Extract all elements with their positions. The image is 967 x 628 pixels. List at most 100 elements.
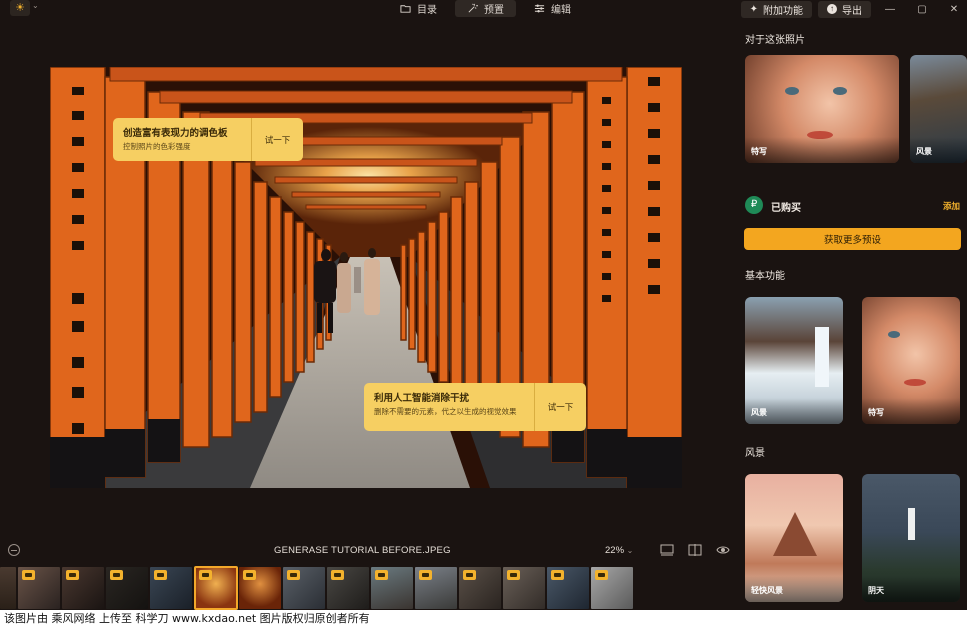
filmstrip-thumb[interactable] (415, 567, 457, 609)
chevron-down-icon[interactable]: ⌄ (32, 1, 39, 10)
get-more-presets-button[interactable]: 获取更多预设 (744, 228, 961, 250)
addons-button[interactable]: ✦ 附加功能 (740, 0, 812, 18)
eye-icon[interactable] (716, 543, 730, 557)
minimize-icon[interactable]: — (877, 1, 903, 18)
maximize-icon[interactable]: ▢ (909, 1, 935, 18)
portrait-thumbnail-lips (904, 379, 926, 386)
add-link[interactable]: 添加 (943, 200, 960, 212)
export-button[interactable]: ↑ 导出 (818, 0, 871, 18)
tab-label: 编辑 (551, 5, 571, 16)
preset-badge-icon (551, 570, 564, 580)
tab-catalog[interactable]: 目录 (388, 0, 449, 17)
card-label: 风景 (916, 147, 932, 156)
filmstrip-thumb[interactable] (239, 567, 281, 609)
purchased-icon: ₽ (745, 196, 763, 214)
preset-card-waterfall[interactable]: 风景 (745, 297, 843, 424)
addons-label: 附加功能 (763, 5, 803, 17)
card-label: 特写 (868, 408, 884, 417)
magic-wand-icon (468, 3, 478, 13)
preset-card-portrait-2[interactable]: 特写 (862, 297, 960, 424)
export-label: 导出 (842, 5, 862, 17)
filmstrip-thumb[interactable] (62, 567, 104, 609)
lighthouse-thumbnail (908, 508, 915, 540)
preset-badge-icon (507, 570, 520, 580)
filmstrip-thumb[interactable] (591, 567, 633, 609)
tab-edit[interactable]: 编辑 (522, 0, 583, 17)
zoom-select[interactable]: 22% ⌄ (605, 545, 633, 556)
waterfall-thumbnail (815, 327, 829, 387)
photo-preview[interactable]: 创造富有表现力的调色板 控制照片的色彩强度 试一下 利用人工智能消除干扰 删除不… (50, 67, 682, 488)
tooltip-desc: 控制照片的色彩强度 (123, 142, 191, 151)
filmstrip-thumb[interactable] (503, 567, 545, 609)
tab-label: 目录 (417, 5, 437, 16)
card-label: 特写 (751, 147, 767, 156)
preset-badge-icon (154, 570, 167, 580)
chevron-down-icon: ⌄ (626, 546, 634, 555)
file-name: GENERASE TUTORIAL BEFORE.JPEG (274, 545, 451, 556)
collapse-icon[interactable] (8, 544, 20, 556)
preset-badge-icon (22, 570, 35, 580)
preset-badge-icon (595, 570, 608, 580)
filmstrip-thumb[interactable] (283, 567, 325, 609)
filmstrip-thumb[interactable] (18, 567, 60, 609)
card-label: 轻快风景 (751, 586, 783, 595)
preset-card-rock-sea[interactable]: 轻快风景 (745, 474, 843, 602)
tooltip-title: 利用人工智能消除干扰 (374, 393, 470, 404)
presets-sidebar: 对于这张照片 特写 风景 ₽ 已购买 添加 获取更多预设 基本功能 风景 特写 … (744, 18, 967, 610)
preset-badge-icon (287, 570, 300, 580)
card-label: 风景 (751, 408, 767, 417)
folder-icon (400, 5, 411, 13)
rock-sea-thumbnail (773, 512, 817, 556)
purchased-label: 已购买 (771, 203, 801, 214)
tab-presets[interactable]: 预置 (455, 0, 516, 17)
sun-logo-icon[interactable]: ☀ (10, 0, 30, 16)
filmstrip-thumb-selected[interactable] (194, 566, 238, 610)
preset-badge-icon (419, 570, 432, 580)
filmstrip-thumb[interactable] (459, 567, 501, 609)
tooltip-title: 创造富有表现力的调色板 (123, 128, 228, 139)
tooltip-desc: 删除不需要的元素，代之以生成的视觉效果 (374, 407, 517, 416)
sliders-icon (534, 4, 545, 13)
preset-card-landscape[interactable]: 风景 (910, 55, 967, 163)
topbar-actions: ✦ 附加功能 ↑ 导出 — ▢ ✕ (740, 0, 967, 18)
zoom-value: 22% (605, 545, 625, 556)
section-title-basic: 基本功能 (745, 271, 785, 282)
watermark-text: 该图片由 乘风网络 上传至 科学刀 www.kxdao.net 图片版权归原创者… (0, 610, 967, 628)
preset-card-portrait[interactable]: 特写 (745, 55, 899, 163)
preset-badge-icon (66, 570, 79, 580)
tooltip-ai-erase: 利用人工智能消除干扰 删除不需要的元素，代之以生成的视觉效果 试一下 (364, 383, 586, 431)
filmstrip-thumb[interactable] (371, 567, 413, 609)
try-button[interactable]: 试一下 (251, 118, 303, 161)
purchased-row: ₽ 已购买 添加 (744, 195, 967, 217)
compare-icon[interactable] (688, 543, 702, 557)
preset-badge-icon (331, 570, 344, 580)
preset-badge-icon (199, 570, 212, 580)
preset-badge-icon (110, 570, 123, 580)
filmstrip-thumb[interactable] (106, 567, 148, 609)
section-title-about: 对于这张照片 (745, 35, 805, 46)
preset-badge-icon (375, 570, 388, 580)
tab-label: 预置 (484, 5, 504, 16)
filmstrip-thumb[interactable] (327, 567, 369, 609)
preset-badge-icon (463, 570, 476, 580)
filmstrip-thumb[interactable] (547, 567, 589, 609)
main-tabs: 目录 预置 编辑 (388, 0, 583, 17)
status-bar: GENERASE TUTORIAL BEFORE.JPEG 22% ⌄ (0, 540, 740, 562)
filmstrip (0, 566, 740, 610)
filmstrip-thumb[interactable] (150, 567, 192, 609)
card-shade (745, 137, 899, 163)
filmstrip-toggle-icon[interactable] (660, 543, 674, 557)
card-label: 阴天 (868, 586, 884, 595)
top-bar: ☀ ⌄ 目录 预置 编辑 ✦ 附加功能 ↑ 导出 — ▢ ✕ (0, 0, 967, 18)
close-icon[interactable]: ✕ (941, 1, 967, 18)
sparkle-icon: ✦ (749, 3, 758, 15)
try-button[interactable]: 试一下 (534, 383, 586, 431)
portrait-thumbnail (785, 87, 799, 95)
filmstrip-thumb[interactable] (0, 567, 16, 609)
section-title-landscape: 风景 (745, 448, 765, 459)
portrait-thumbnail-eye (833, 87, 847, 95)
preset-card-lighthouse[interactable]: 阴天 (862, 474, 960, 602)
portrait-thumbnail (888, 331, 900, 338)
tooltip-color-palette: 创造富有表现力的调色板 控制照片的色彩强度 试一下 (113, 118, 303, 161)
upload-icon: ↑ (827, 4, 837, 14)
